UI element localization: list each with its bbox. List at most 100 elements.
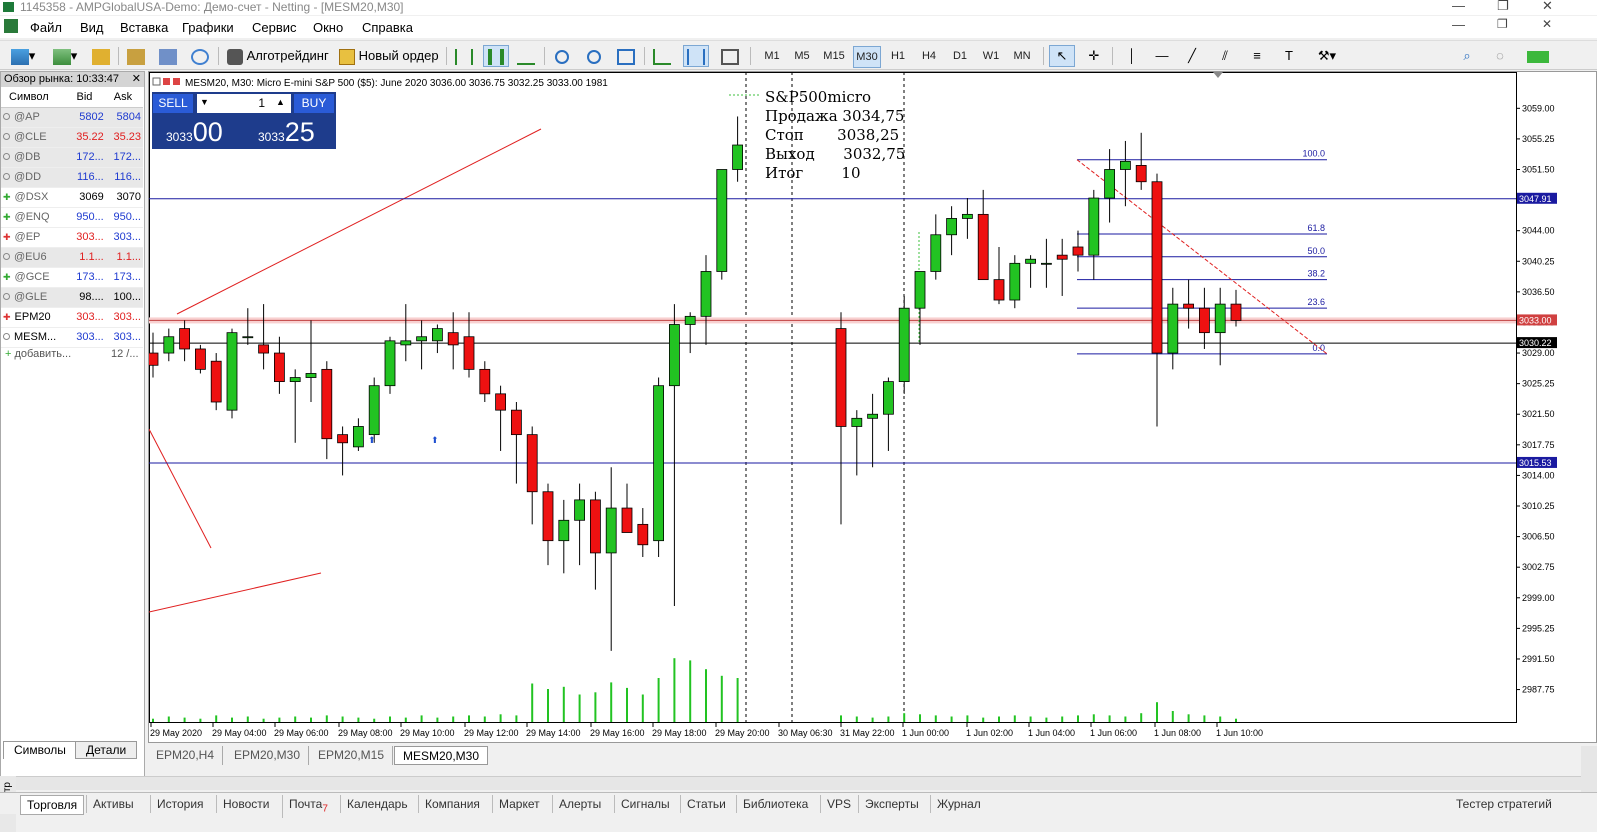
horizontal-scrollbar[interactable] <box>16 776 1581 790</box>
market-watch-close-icon[interactable]: ✕ <box>132 72 141 85</box>
autoscroll-button[interactable] <box>650 45 674 67</box>
menu-file[interactable]: Файл <box>30 20 62 35</box>
table-row[interactable]: @CLE 35.22 35.23 <box>1 127 143 148</box>
tab-3[interactable]: Новости <box>216 795 275 813</box>
menu-tools[interactable]: Сервис <box>252 20 297 35</box>
tab-2[interactable]: История <box>150 795 210 813</box>
tile-windows-button[interactable] <box>614 45 638 67</box>
menu-view[interactable]: Вид <box>80 20 104 35</box>
zoom-in-button[interactable] <box>550 45 574 67</box>
column-ask[interactable]: Ask <box>105 87 143 108</box>
navigator-button[interactable] <box>156 45 180 67</box>
line-chart-button[interactable] <box>514 45 538 67</box>
table-row[interactable]: ✚ @DSX 3069 3070 <box>1 187 143 208</box>
timeframe-m15[interactable]: M15 <box>820 46 848 68</box>
table-row[interactable]: @AP 5802 5804 <box>1 107 143 128</box>
menu-insert[interactable]: Вставка <box>120 20 168 35</box>
tab-mesm20-m30[interactable]: MESM20,M30 <box>394 746 489 765</box>
algo-trading-button[interactable]: Алготрейдинг <box>224 45 332 67</box>
fibonacci-button[interactable]: ≡ <box>1244 45 1270 67</box>
tab-details[interactable]: Детали <box>75 741 138 759</box>
menu-app-icon[interactable] <box>4 19 18 33</box>
table-row[interactable]: ✚ @EP 303... 303... <box>1 227 143 248</box>
table-row[interactable]: ✚ EPM20 303... 303... <box>1 307 143 328</box>
table-row[interactable]: MESM... 303... 303... <box>1 327 143 348</box>
chart-tabs-scroll[interactable] <box>1581 746 1597 792</box>
tab-0[interactable]: Торговля <box>20 795 85 815</box>
tab-9[interactable]: Сигналы <box>614 795 676 813</box>
table-row[interactable]: @EU6 1.1... 1.1... <box>1 247 143 268</box>
timeframe-m5[interactable]: M5 <box>788 46 816 68</box>
menu-window[interactable]: Окно <box>313 20 343 35</box>
candlestick-button[interactable] <box>483 45 509 67</box>
menu-help[interactable]: Справка <box>362 20 413 35</box>
bar-chart-button[interactable] <box>452 45 476 67</box>
minimize-icon[interactable]: — <box>1452 0 1465 13</box>
menu-charts[interactable]: Графики <box>182 20 234 35</box>
ask-price[interactable]: 303325 <box>258 117 315 148</box>
profiles-button[interactable]: ▾ <box>48 45 82 67</box>
tab-5[interactable]: Календарь <box>340 795 414 813</box>
mdi-minimize-icon[interactable]: — <box>1452 17 1465 32</box>
tab-epm20-h4[interactable]: EPM20,H4 <box>148 746 224 765</box>
mdi-restore-icon[interactable]: ❐ <box>1497 17 1508 31</box>
timeframe-d1[interactable]: D1 <box>946 46 974 68</box>
restore-icon[interactable]: ❐ <box>1497 0 1509 13</box>
column-symbol[interactable]: Символ <box>1 87 69 108</box>
timeframe-h1[interactable]: H1 <box>884 46 912 68</box>
bid-price[interactable]: 303300 <box>166 117 223 148</box>
table-row[interactable]: @DD 116... 116... <box>1 167 143 188</box>
sell-button[interactable]: SELL <box>153 94 193 113</box>
strategy-tester-tab[interactable]: Тестер стратегий <box>1450 795 1558 813</box>
close-icon[interactable]: ✕ <box>1542 0 1553 13</box>
tab-6[interactable]: Компания <box>418 795 486 813</box>
market-watch-button[interactable] <box>124 45 148 67</box>
column-bid[interactable]: Bid <box>68 87 106 108</box>
table-row[interactable]: @DB 172... 172... <box>1 147 143 168</box>
timeframe-h4[interactable]: H4 <box>915 46 943 68</box>
search-icon[interactable]: ⌕ <box>1455 45 1479 67</box>
volume-up-icon[interactable]: ▲ <box>276 97 285 107</box>
horizontal-line-button[interactable]: — <box>1150 45 1174 67</box>
chart-shift-button[interactable] <box>683 45 709 67</box>
tab-symbols[interactable]: Символы <box>3 741 77 759</box>
text-label-button[interactable]: T <box>1276 45 1302 67</box>
equidistant-channel-button[interactable]: ⫽ <box>1212 45 1238 67</box>
tab-10[interactable]: Статьи <box>680 795 732 813</box>
candle <box>930 234 942 272</box>
new-chart-button[interactable]: ▾ <box>6 45 40 67</box>
crosshair-button[interactable]: ✛ <box>1082 45 1106 67</box>
tab-7[interactable]: Маркет <box>492 795 546 813</box>
tab-14[interactable]: Журнал <box>930 795 987 813</box>
tab-epm20-m15[interactable]: EPM20,M15 <box>310 746 394 765</box>
tab-4[interactable]: Почта7 <box>282 795 334 819</box>
zoom-out-button[interactable] <box>582 45 606 67</box>
indicators-button[interactable] <box>718 45 742 67</box>
tab-8[interactable]: Алерты <box>552 795 607 813</box>
new-order-button[interactable]: Новый ордер <box>336 45 442 67</box>
account-button[interactable] <box>1520 45 1556 67</box>
table-row[interactable]: ✚ @ENQ 950... 950... <box>1 207 143 228</box>
timeframe-w1[interactable]: W1 <box>977 46 1005 68</box>
timeframe-m1[interactable]: M1 <box>758 46 786 68</box>
shapes-button[interactable]: ⚒▾ <box>1308 45 1346 67</box>
templates-button[interactable] <box>90 45 112 67</box>
volume-down-icon[interactable]: ▼ <box>200 97 209 107</box>
cursor-button[interactable]: ↖ <box>1049 45 1075 67</box>
timeframe-mn[interactable]: MN <box>1008 46 1036 68</box>
timeframe-m30[interactable]: M30 <box>853 46 881 68</box>
tab-11[interactable]: Библиотека <box>736 795 814 813</box>
table-row[interactable]: @GLE 98.... 100... <box>1 287 143 308</box>
buy-button[interactable]: BUY <box>294 94 334 113</box>
table-row[interactable]: ✚ @GCE 173... 173... <box>1 267 143 288</box>
mdi-close-icon[interactable]: ✕ <box>1542 17 1552 31</box>
tab-12[interactable]: VPS <box>820 795 857 813</box>
tab-1[interactable]: Активы <box>86 795 140 813</box>
chat-icon[interactable]: ◌ <box>1488 45 1512 67</box>
vertical-line-button[interactable]: │ <box>1120 45 1144 67</box>
signals-button[interactable] <box>188 45 212 67</box>
tab-epm20-m30[interactable]: EPM20,M30 <box>226 746 310 765</box>
tab-13[interactable]: Эксперты <box>858 795 925 813</box>
add-symbol-link[interactable]: + добавить... <box>5 348 71 360</box>
trend-line-button[interactable]: ╱ <box>1180 45 1204 67</box>
